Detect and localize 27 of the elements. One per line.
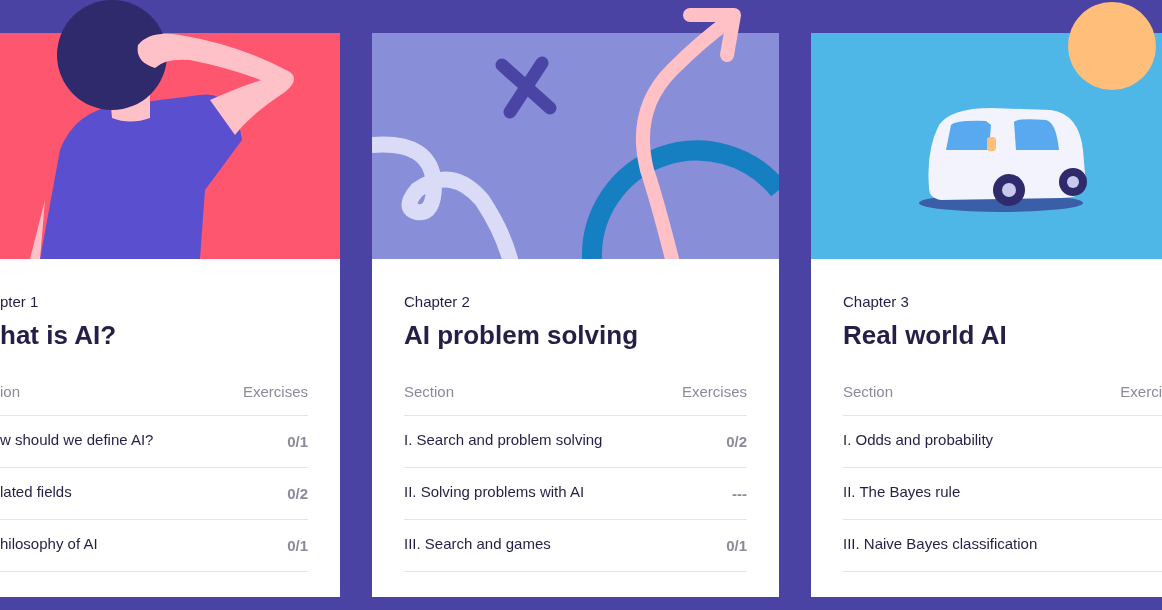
chapter-label: Chapter 3 xyxy=(843,293,910,311)
section-link[interactable]: lated fields xyxy=(0,483,72,500)
chapter-label: pter 1 xyxy=(0,293,40,311)
exercise-count: 0/2 xyxy=(287,485,308,502)
section-link[interactable]: III. Naive Bayes classification xyxy=(843,535,1038,552)
exercise-count: 0/1 xyxy=(726,537,747,554)
section-link[interactable]: w should we define AI? xyxy=(0,431,154,448)
column-header: Exercises xyxy=(681,383,747,400)
exercise-count: 0/1 xyxy=(287,537,308,554)
exercise-count: --- xyxy=(732,485,747,502)
column-header: ion xyxy=(0,383,21,400)
chapter-title: hat is AI? xyxy=(0,319,118,351)
section-link[interactable]: I. Odds and probability xyxy=(843,431,994,448)
column-header: Section xyxy=(404,383,455,400)
section-link[interactable]: hilosophy of AI xyxy=(0,535,98,552)
chapter-title: Real world AI xyxy=(843,319,1008,351)
section-link[interactable]: I. Search and problem solving xyxy=(404,431,603,448)
section-link[interactable]: II. Solving problems with AI xyxy=(404,483,585,500)
column-header: Exerci xyxy=(1120,383,1162,400)
column-header: Exercises xyxy=(242,383,308,400)
section-link[interactable]: III. Search and games xyxy=(404,535,551,552)
column-header: Section xyxy=(843,383,894,400)
exercise-count: 0/2 xyxy=(726,433,747,450)
section-link[interactable]: II. The Bayes rule xyxy=(843,483,961,500)
chapter-title: AI problem solving xyxy=(404,319,640,351)
chapter-label: Chapter 2 xyxy=(404,293,471,311)
exercise-count: 0/1 xyxy=(287,433,308,450)
